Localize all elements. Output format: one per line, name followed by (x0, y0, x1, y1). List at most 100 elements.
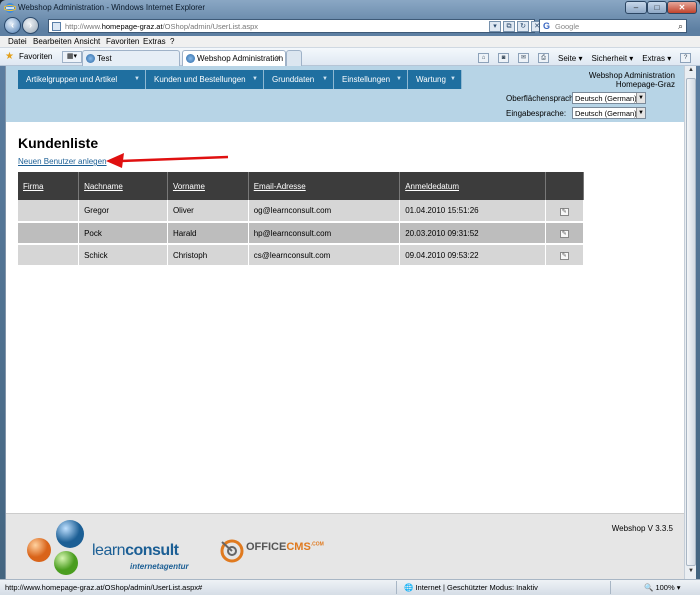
cell-firma (18, 222, 80, 245)
tab-webshop-administration[interactable]: Webshop Administration ✕ (182, 50, 286, 66)
column-actions (545, 172, 585, 200)
ui-language-select[interactable]: Deutsch (German) ▼ (572, 92, 646, 104)
new-user-link[interactable]: Neuen Benutzer anlegen (18, 157, 107, 166)
status-bar: http://www.homepage-graz.at/OShop/admin/… (0, 579, 700, 595)
browser-window: Webshop Administration - Windows Interne… (0, 0, 700, 595)
feeds-icon[interactable]: ◙ (498, 53, 509, 63)
input-language-label: Eingabesprache: (506, 109, 567, 118)
menu-favoriten[interactable]: Favoriten (106, 37, 139, 46)
search-box[interactable]: G Google ⌕ (539, 19, 687, 33)
nav-wartung[interactable]: Wartung ▼ (408, 70, 462, 89)
admin-title: Webshop Administration (588, 71, 675, 80)
admin-subtitle: Homepage-Graz (615, 80, 675, 89)
zoom-control[interactable]: 🔍 100% ▾ (644, 583, 680, 592)
cell-actions: ✎ (545, 200, 585, 223)
edit-icon[interactable]: ✎ (559, 230, 569, 238)
edit-icon[interactable]: ✎ (559, 252, 569, 260)
compat-view-icon[interactable]: ⧉ (503, 21, 515, 32)
cell-nachname: Gregor (78, 200, 168, 223)
edit-icon[interactable]: ✎ (559, 207, 569, 216)
nav-grunddaten[interactable]: Grunddaten ▼ (264, 70, 334, 89)
chevron-down-icon: ▼ (322, 76, 328, 82)
scroll-thumb[interactable] (686, 78, 696, 566)
refresh-icon[interactable]: ↻ (517, 21, 529, 32)
column-firma[interactable]: Firma (18, 172, 80, 200)
tab-label: Webshop Administration (197, 54, 284, 63)
forward-button[interactable]: › (22, 17, 39, 34)
favorites-star-icon[interactable]: ★ (5, 51, 14, 62)
menu-bearbeiten[interactable]: Bearbeiten (33, 37, 72, 46)
favorites-button[interactable]: Favoriten (19, 52, 52, 61)
menu-help[interactable]: ? (170, 37, 174, 46)
column-anmeldedatum[interactable]: Anmeldedatum (399, 172, 546, 200)
vertical-scrollbar[interactable]: ▲ ▼ (684, 66, 696, 579)
page-content: Artikelgruppen und Artikel ▼ Kunden und B… (5, 66, 684, 579)
nav-label: Artikelgruppen und Artikel (26, 75, 118, 84)
customer-table: Firma Nachname Vorname Email-Adresse Anm… (18, 172, 585, 267)
nav-label: Wartung (416, 75, 446, 84)
column-vorname[interactable]: Vorname (167, 172, 249, 200)
google-icon: G (543, 21, 551, 31)
admin-info: Webshop Administration Homepage-Graz (589, 71, 675, 89)
cell-anmeldedatum: 01.04.2010 15:51:26 (399, 200, 546, 223)
divider (396, 581, 397, 594)
table-row: Pock Harald hp@learnconsult.com 20.03.20… (18, 222, 585, 245)
column-nachname[interactable]: Nachname (78, 172, 168, 200)
learnconsult-tagline: internetagentur (130, 562, 189, 571)
tab-close-icon[interactable]: ✕ (275, 54, 281, 62)
cell-vorname: Harald (167, 222, 249, 245)
address-row: ‹ › http://www.homepage-graz.at/OShop/ad… (0, 16, 700, 36)
table-row: Gregor Oliver og@learnconsult.com 01.04.… (18, 200, 585, 223)
help-icon[interactable]: ? (680, 53, 692, 63)
nav-artikelgruppen[interactable]: Artikelgruppen und Artikel ▼ (18, 70, 146, 89)
quick-tabs-icon[interactable]: ▦▾ (62, 51, 82, 63)
site-footer: Webshop V 3.3.5 learnconsult internetage… (6, 513, 684, 579)
title-bar: Webshop Administration - Windows Interne… (0, 0, 700, 16)
minimize-button[interactable]: – (625, 1, 647, 14)
tab-test[interactable]: Test (82, 50, 180, 66)
mail-icon[interactable]: ✉ (518, 53, 529, 63)
learnconsult-logo: learnconsult internetagentur (22, 518, 212, 578)
nav-einstellungen[interactable]: Einstellungen ▼ (334, 70, 408, 89)
table-row: Schick Christoph cs@learnconsult.com 09.… (18, 244, 585, 267)
page-menu[interactable]: Seite ▾ (558, 54, 582, 63)
ui-language-label: Oberflächensprache: (506, 94, 581, 103)
ie-tab-icon (186, 54, 195, 63)
chevron-down-icon: ▼ (636, 108, 645, 118)
menu-datei[interactable]: Datei (8, 37, 27, 46)
nav-label: Einstellungen (342, 75, 391, 84)
nav-label: Kunden und Bestellungen (154, 75, 246, 84)
print-icon[interactable]: ⎙ (538, 53, 549, 63)
security-menu[interactable]: Sicherheit ▾ (591, 54, 633, 63)
officecms-swirl-icon (220, 539, 244, 563)
chevron-down-icon: ▼ (636, 93, 645, 103)
home-icon[interactable]: ⌂ (478, 53, 489, 63)
menu-extras[interactable]: Extras (143, 37, 166, 46)
officecms-wordmark: OFFICECMS.COM (246, 541, 324, 553)
cell-vorname: Oliver (167, 200, 249, 223)
menu-ansicht[interactable]: Ansicht (74, 37, 100, 46)
maximize-button[interactable]: □ (647, 1, 667, 14)
tools-menu[interactable]: Extras ▾ (642, 54, 671, 63)
cell-email: hp@learnconsult.com (248, 222, 401, 245)
new-tab-button[interactable] (286, 50, 302, 66)
site-header: Artikelgruppen und Artikel ▼ Kunden und B… (6, 66, 684, 122)
dropdown-arrow-icon[interactable]: ▾ (489, 21, 501, 32)
officecms-logo: OFFICECMS.COM (219, 536, 349, 570)
page-icon (52, 22, 61, 31)
cell-anmeldedatum: 20.03.2010 09:31:52 (399, 222, 546, 245)
close-window-button[interactable]: ✕ (667, 1, 697, 14)
cell-actions: ✎ (545, 244, 585, 267)
back-button[interactable]: ‹ (4, 17, 21, 34)
learnconsult-balls-icon (27, 520, 84, 575)
chevron-down-icon: ▼ (134, 76, 140, 82)
input-language-select[interactable]: Deutsch (German) ▼ (572, 107, 646, 119)
nav-kunden[interactable]: Kunden und Bestellungen ▼ (146, 70, 264, 89)
search-icon[interactable]: ⌕ (678, 21, 683, 32)
address-bar[interactable]: http://www.homepage-graz.at/OShop/admin/… (48, 19, 543, 33)
status-url: http://www.homepage-graz.at/OShop/admin/… (5, 583, 203, 592)
scroll-down-icon[interactable]: ▼ (686, 568, 696, 578)
column-email[interactable]: Email-Adresse (248, 172, 401, 200)
cell-email: cs@learnconsult.com (248, 244, 401, 267)
scroll-up-icon[interactable]: ▲ (686, 67, 696, 77)
